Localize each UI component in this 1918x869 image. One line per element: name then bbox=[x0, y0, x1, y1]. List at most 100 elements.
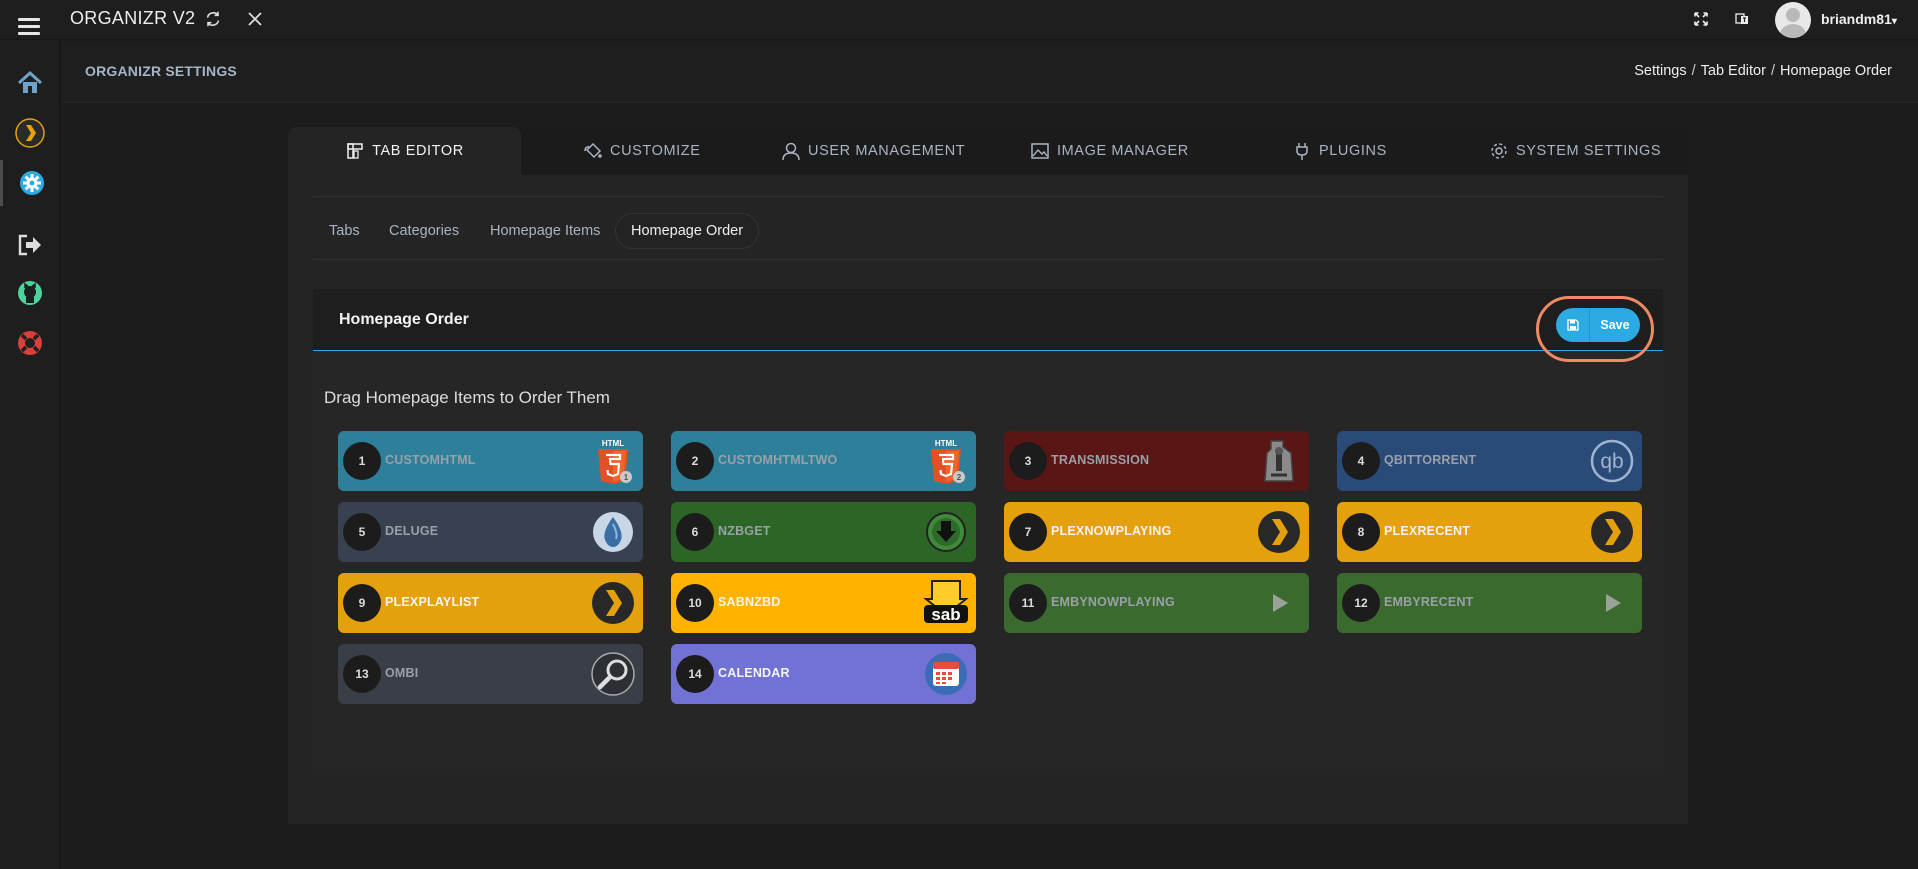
item-order-number: 7 bbox=[1009, 513, 1047, 551]
avatar[interactable] bbox=[1775, 2, 1811, 38]
breadcrumb-tab-editor[interactable]: Tab Editor bbox=[1701, 63, 1766, 79]
homepage-item[interactable]: 10 SABNZBD sab bbox=[671, 573, 976, 633]
svg-text:qb: qb bbox=[1600, 450, 1623, 473]
html5-icon: HTML 1 bbox=[587, 435, 639, 487]
app-title: ORGANIZR V2 bbox=[70, 8, 196, 28]
top-bar: ORGANIZR V2 briandm81▾ bbox=[0, 0, 1918, 40]
language-icon[interactable] bbox=[1731, 8, 1753, 30]
caret-down-icon: ▾ bbox=[1891, 16, 1897, 27]
settings-gear-icon bbox=[19, 171, 44, 195]
homepage-item[interactable]: 4 QBITTORRENT qb bbox=[1337, 431, 1642, 491]
item-name: PLEXPLAYLIST bbox=[385, 595, 480, 609]
tab-label: CUSTOMIZE bbox=[610, 143, 701, 159]
tab-customize[interactable]: CUSTOMIZE bbox=[583, 127, 701, 175]
breadcrumb-separator: / bbox=[1770, 63, 1775, 79]
svg-text:HTML: HTML bbox=[602, 439, 624, 448]
sidebar-item-settings[interactable] bbox=[0, 160, 60, 206]
subtab-categories[interactable]: Categories bbox=[389, 213, 459, 249]
gear-icon bbox=[1491, 143, 1507, 159]
item-name: OMBI bbox=[385, 666, 419, 680]
homepage-item[interactable]: 11 EMBYNOWPLAYING bbox=[1004, 573, 1309, 633]
refresh-icon[interactable] bbox=[202, 8, 224, 30]
item-order-number: 6 bbox=[676, 513, 714, 551]
tab-label: PLUGINS bbox=[1319, 143, 1387, 159]
logout-icon bbox=[18, 234, 41, 256]
plex-icon bbox=[1586, 506, 1638, 558]
item-order-number: 5 bbox=[343, 513, 381, 551]
fullscreen-icon[interactable] bbox=[1690, 8, 1712, 30]
item-order-number: 1 bbox=[343, 442, 381, 480]
subtab-homepage-items[interactable]: Homepage Items bbox=[490, 213, 600, 249]
help-lifebuoy-icon bbox=[18, 331, 42, 355]
card-title: Homepage Order bbox=[339, 311, 469, 328]
sidebar-item-plex[interactable] bbox=[0, 110, 60, 156]
svg-text:1: 1 bbox=[624, 473, 629, 482]
homepage-item[interactable]: 5 DELUGE bbox=[338, 502, 643, 562]
homepage-item[interactable]: 9 PLEXPLAYLIST bbox=[338, 573, 643, 633]
username: briandm81 bbox=[1821, 11, 1892, 27]
homepage-item[interactable]: 3 TRANSMISSION bbox=[1004, 431, 1309, 491]
transmission-icon bbox=[1253, 435, 1305, 487]
github-icon bbox=[18, 281, 42, 305]
item-name: CALENDAR bbox=[718, 666, 790, 680]
homepage-item[interactable]: 14 CALENDAR bbox=[671, 644, 976, 704]
breadcrumb-settings[interactable]: Settings bbox=[1634, 63, 1686, 79]
close-icon[interactable] bbox=[244, 8, 266, 30]
subtab-homepage-order[interactable]: Homepage Order bbox=[615, 213, 760, 249]
item-order-number: 2 bbox=[676, 442, 714, 480]
svg-text:sab: sab bbox=[931, 605, 960, 624]
item-order-number: 13 bbox=[343, 655, 381, 693]
save-button-label: Save bbox=[1600, 318, 1630, 332]
hamburger-menu-icon[interactable] bbox=[18, 18, 42, 36]
svg-text:2: 2 bbox=[957, 473, 962, 482]
tab-tab-editor[interactable]: TAB EDITOR bbox=[288, 127, 521, 175]
homepage-item[interactable]: 2 CUSTOMHTMLTWO HTML 2 bbox=[671, 431, 976, 491]
home-icon bbox=[17, 70, 43, 93]
save-button[interactable]: Save bbox=[1556, 308, 1640, 342]
item-order-number: 14 bbox=[676, 655, 714, 693]
tab-system-settings[interactable]: SYSTEM SETTINGS bbox=[1489, 127, 1661, 175]
user-menu[interactable]: briandm81▾ bbox=[1821, 11, 1897, 27]
item-name: NZBGET bbox=[718, 524, 771, 538]
item-name: QBITTORRENT bbox=[1384, 453, 1477, 467]
item-name: CUSTOMHTMLTWO bbox=[718, 453, 838, 467]
item-name: DELUGE bbox=[385, 524, 439, 538]
paint-bucket-icon bbox=[584, 142, 602, 159]
breadcrumb-separator: / bbox=[1691, 63, 1696, 79]
homepage-item[interactable]: 8 PLEXRECENT bbox=[1337, 502, 1642, 562]
sidebar-item-home[interactable] bbox=[0, 60, 60, 106]
sidebar-item-logout[interactable] bbox=[0, 222, 60, 268]
html5-icon: HTML 2 bbox=[920, 435, 972, 487]
subtab-tabs[interactable]: Tabs bbox=[329, 213, 360, 249]
sidebar-item-help[interactable] bbox=[0, 320, 60, 366]
item-order-number: 8 bbox=[1342, 513, 1380, 551]
svg-text:HTML: HTML bbox=[935, 439, 957, 448]
item-order-number: 4 bbox=[1342, 442, 1380, 480]
tab-label: SYSTEM SETTINGS bbox=[1516, 143, 1662, 159]
tab-label: USER MANAGEMENT bbox=[808, 143, 966, 159]
item-name: TRANSMISSION bbox=[1051, 453, 1150, 467]
drag-instruction: Drag Homepage Items to Order Them bbox=[324, 388, 610, 407]
item-name: EMBYRECENT bbox=[1384, 595, 1474, 609]
tab-plugins[interactable]: PLUGINS bbox=[1292, 127, 1387, 175]
item-name: PLEXNOWPLAYING bbox=[1051, 524, 1172, 538]
homepage-item[interactable]: 13 OMBI bbox=[338, 644, 643, 704]
page-title: ORGANIZR SETTINGS bbox=[85, 63, 237, 79]
qbittorrent-icon: qb bbox=[1586, 435, 1638, 487]
nzbget-icon bbox=[920, 506, 972, 558]
item-name: CUSTOMHTML bbox=[385, 453, 476, 467]
homepage-item[interactable]: 6 NZBGET bbox=[671, 502, 976, 562]
plug-icon bbox=[1296, 143, 1308, 160]
sidebar-item-github[interactable] bbox=[0, 270, 60, 316]
item-order-number: 3 bbox=[1009, 442, 1047, 480]
tab-editor-icon bbox=[347, 143, 363, 159]
homepage-item[interactable]: 7 PLEXNOWPLAYING bbox=[1004, 502, 1309, 562]
plex-icon bbox=[1253, 506, 1305, 558]
homepage-item[interactable]: 12 EMBYRECENT bbox=[1337, 573, 1642, 633]
emby-play-icon bbox=[1253, 577, 1305, 629]
homepage-item[interactable]: 1 CUSTOMHTML HTML 1 bbox=[338, 431, 643, 491]
sidebar bbox=[0, 40, 60, 869]
tab-image-manager[interactable]: IMAGE MANAGER bbox=[1030, 127, 1189, 175]
plex-icon bbox=[15, 118, 45, 148]
tab-user-management[interactable]: USER MANAGEMENT bbox=[781, 127, 965, 175]
